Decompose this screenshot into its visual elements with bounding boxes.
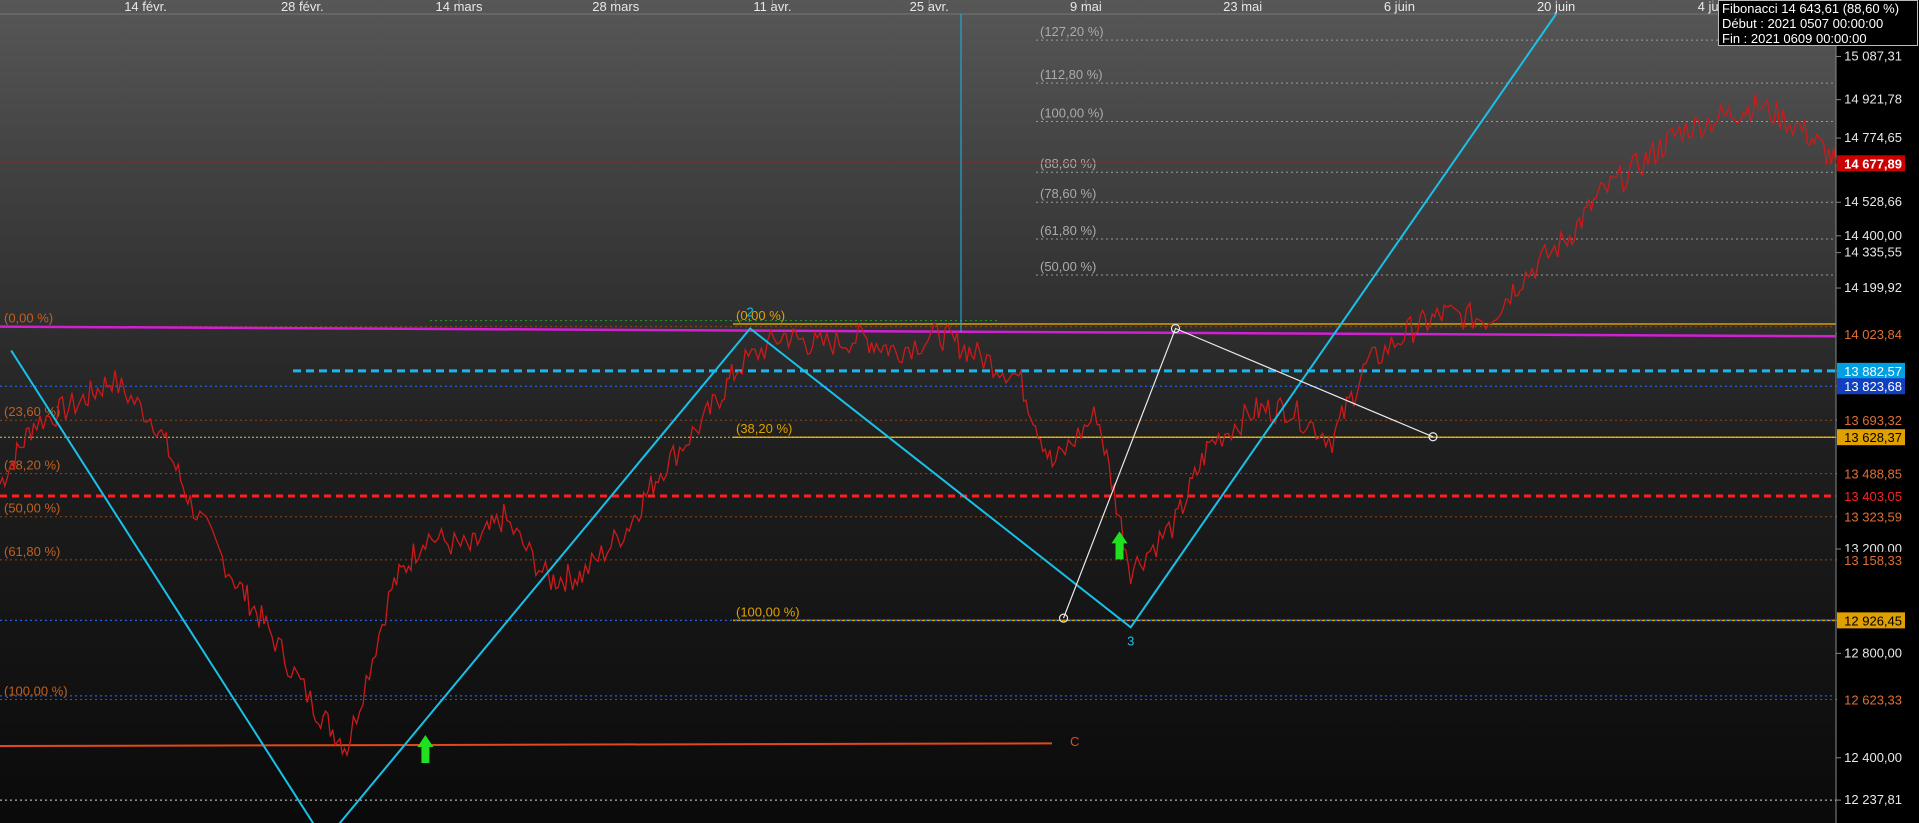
price-chart[interactable]: (127,20 %)(112,80 %)(100,00 %)(88,60 %)(… [0, 0, 1919, 823]
x-tick-label: 11 avr. [753, 0, 791, 14]
price-tag-label: 12 926,45 [1844, 613, 1902, 628]
info-fibonacci: Fibonacci 14 643,61 (88,60 %) [1722, 1, 1900, 16]
x-tick-label: 28 mars [592, 0, 639, 14]
info-start-date: Début : 2021 0507 00:00:00 [1722, 16, 1884, 31]
chart-root: (127,20 %) (112,80 %) (100,00 %) (88,60 %)(… [0, 0, 1919, 823]
fib-mid-label: (38,20 %) [736, 421, 792, 436]
price-tag-label: 14 023,84 [1844, 327, 1902, 342]
fib-left-label: (50,00 %) [4, 501, 60, 516]
y-tick-label: 14 335,55 [1844, 245, 1902, 260]
price-tag-label: 13 693,32 [1844, 413, 1902, 428]
x-tick-label: 14 févr. [124, 0, 167, 14]
y-tick-label: 12 237,81 [1844, 792, 1902, 807]
price-tag-label: 14 677,89 [1844, 156, 1902, 171]
y-tick-label: 15 087,31 [1844, 48, 1902, 63]
x-tick-label: 9 mai [1070, 0, 1102, 14]
y-tick-label: 12 800,00 [1844, 645, 1902, 660]
fib-upper-label: (61,80 %) [1040, 223, 1096, 238]
price-tag-label: 13 823,68 [1844, 379, 1902, 394]
fib-upper-label: (127,20 %) [1040, 24, 1104, 39]
info-end-date: Fin : 2021 0609 00:00:00 [1722, 31, 1867, 46]
x-tick-label: 23 mai [1223, 0, 1262, 14]
price-tag-label: 12 623,33 [1844, 692, 1902, 707]
x-tick-label: 6 juin [1384, 0, 1415, 14]
wave-label: 2 [746, 305, 753, 320]
price-tag-label: 13 323,59 [1844, 510, 1902, 525]
price-tag-label: 13 628,37 [1844, 430, 1902, 445]
fib-upper-label: (78,60 %) [1040, 186, 1096, 201]
y-tick-label: 14 774,65 [1844, 130, 1902, 145]
y-tick-label: 14 400,00 [1844, 228, 1902, 243]
fib-left-label: (23,60 %) [4, 404, 60, 419]
y-tick-label: 14 921,78 [1844, 92, 1902, 107]
x-tick-label: 20 juin [1537, 0, 1575, 14]
fib-mid-label: (100,00 %) [736, 604, 800, 619]
x-tick-label: 28 févr. [281, 0, 324, 14]
price-tag-label: 13 403,05 [1844, 489, 1902, 504]
wave-label: 3 [1127, 634, 1134, 649]
price-tag-label: 13 882,57 [1844, 364, 1902, 379]
wave-label: C [1070, 734, 1079, 749]
price-tag-label: 13 158,33 [1844, 553, 1902, 568]
fib-upper-label: (50,00 %) [1040, 259, 1096, 274]
y-tick-label: 14 199,92 [1844, 280, 1902, 295]
fib-upper-label: (112,80 %) [1040, 67, 1103, 82]
y-tick-label: 14 528,66 [1844, 194, 1902, 209]
fib-left-label: (61,80 %) [4, 544, 60, 559]
x-tick-label: 14 mars [436, 0, 483, 14]
fib-upper-label: (100,00 %) [1040, 106, 1104, 121]
y-tick-label: 12 400,00 [1844, 750, 1902, 765]
fib-left-label: (0,00 %) [4, 311, 53, 326]
price-tag-label: 13 488,85 [1844, 467, 1902, 482]
fibonacci-info-box: Fibonacci 14 643,61 (88,60 %) Début : 20… [1718, 0, 1918, 46]
x-tick-label: 25 avr. [910, 0, 949, 14]
